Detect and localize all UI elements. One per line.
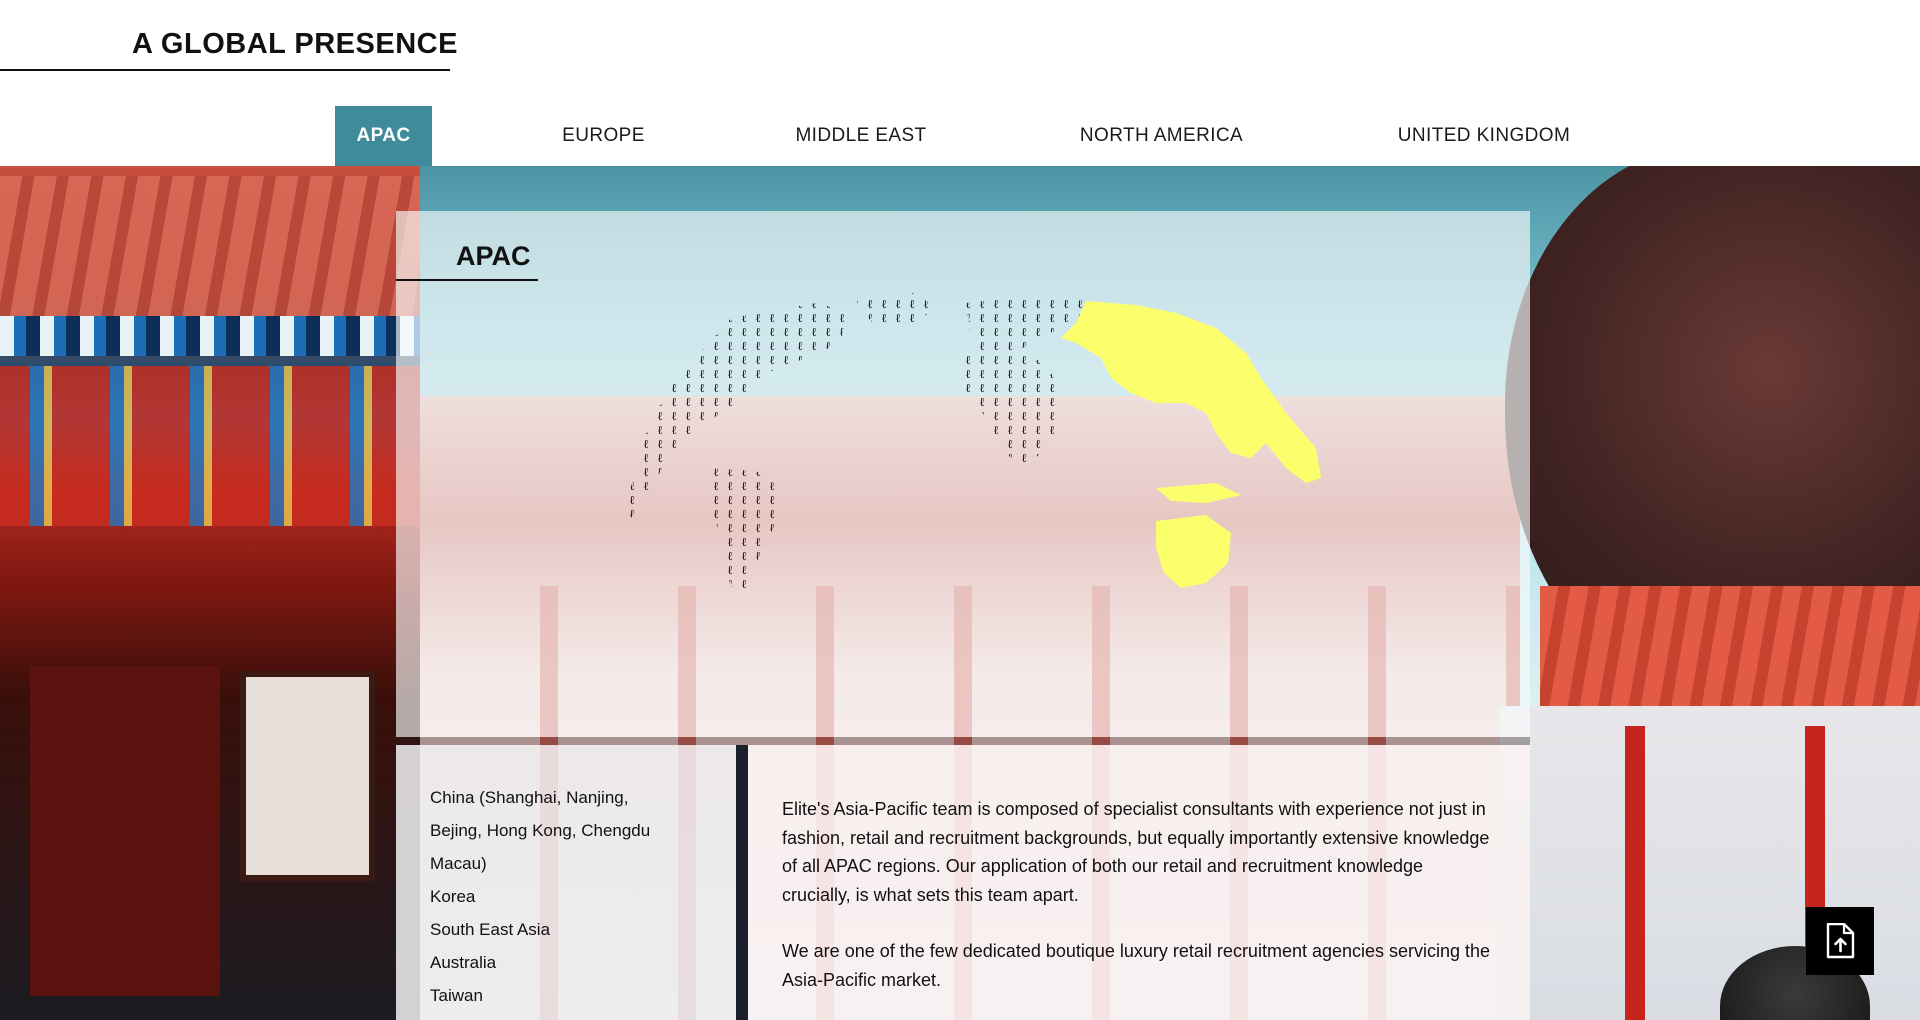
region-description-panel: Elite's Asia-Pacific team is composed of… xyxy=(748,745,1530,1020)
calligraphy-panel xyxy=(240,671,375,881)
list-item: China (Shanghai, Nanjing, xyxy=(430,788,629,807)
panel-separator xyxy=(736,745,748,1020)
temple-eaves-left xyxy=(0,316,420,356)
region-map-card: APAC ℓ xyxy=(396,211,1530,737)
country-list-panel: China (Shanghai, Nanjing, Bejing, Hong K… xyxy=(396,745,736,1020)
temple-roof-left xyxy=(0,176,420,316)
tab-apac[interactable]: APAC xyxy=(335,106,432,166)
tab-north-america[interactable]: NORTH AMERICA xyxy=(1064,106,1259,166)
list-item: Macau) xyxy=(430,854,487,873)
temple-roof-right xyxy=(1540,586,1920,706)
region-tabs: APAC EUROPE MIDDLE EAST NORTH AMERICA UN… xyxy=(0,106,1920,166)
continent-greenland xyxy=(856,293,936,328)
continent-europe xyxy=(966,295,1086,355)
section-divider xyxy=(396,737,1530,745)
list-item: Korea xyxy=(430,887,476,906)
list-item: Bejing, Hong Kong, Chengdu xyxy=(430,821,651,840)
temple-door xyxy=(30,666,220,996)
continent-asia-highlight xyxy=(1061,301,1321,483)
region-title: APAC xyxy=(456,241,531,271)
page-title: A GLOBAL PRESENCE xyxy=(132,28,458,60)
description-paragraph: We are one of the few dedicated boutique… xyxy=(782,941,1491,990)
list-item: Australia xyxy=(430,953,497,972)
tab-europe[interactable]: EUROPE xyxy=(540,106,667,166)
title-underline xyxy=(0,69,450,71)
list-item: South East Asia xyxy=(430,920,551,939)
region-title-underline xyxy=(396,279,538,281)
country-list: China (Shanghai, Nanjing, Bejing, Hong K… xyxy=(430,781,710,1012)
continent-africa xyxy=(956,353,1061,468)
tab-united-kingdom[interactable]: UNITED KINGDOM xyxy=(1384,106,1584,166)
continent-australia-highlight xyxy=(1156,515,1231,588)
red-pillar xyxy=(1625,726,1645,1020)
page-header: A GLOBAL PRESENCE APAC EUROPE MIDDLE EAS… xyxy=(0,0,1920,166)
region-description: Elite's Asia-Pacific team is composed of… xyxy=(782,795,1492,1020)
list-item: Taiwan xyxy=(430,986,483,1005)
islands-southeast-asia-highlight xyxy=(1156,483,1241,503)
continent-south-america xyxy=(706,468,781,603)
description-paragraph: Elite's Asia-Pacific team is composed of… xyxy=(782,799,1490,905)
world-globe-map: ℓ xyxy=(624,293,1321,603)
temple-ornament-band xyxy=(0,366,420,526)
tab-middle-east[interactable]: MIDDLE EAST xyxy=(778,106,944,166)
document-upload-button[interactable] xyxy=(1806,907,1874,975)
document-upload-icon xyxy=(1826,923,1855,959)
